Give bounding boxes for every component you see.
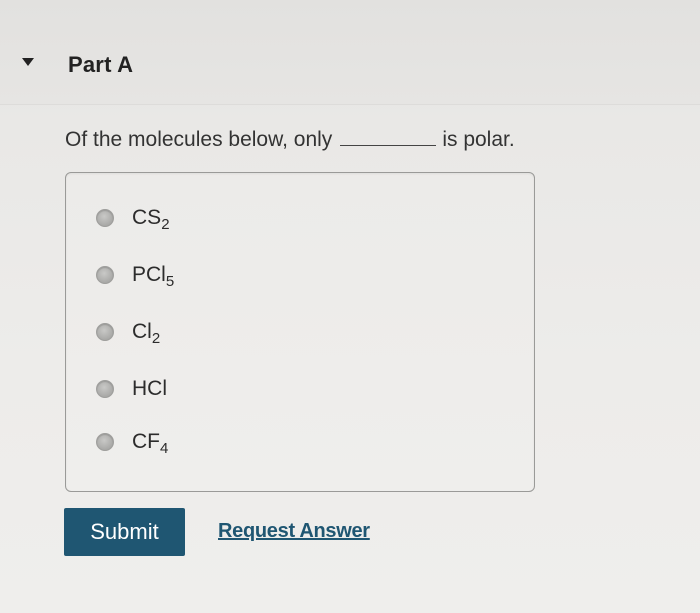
- radio-button[interactable]: [96, 266, 114, 284]
- question-text: Of the molecules below, only is polar.: [65, 127, 515, 152]
- radio-button[interactable]: [96, 380, 114, 398]
- choice-hcl[interactable]: HCl: [96, 374, 167, 404]
- choice-cl2[interactable]: Cl2: [96, 317, 160, 347]
- choice-cf4[interactable]: CF4: [96, 427, 168, 457]
- caret-down-icon[interactable]: [22, 58, 34, 66]
- choice-label: CF4: [132, 430, 169, 457]
- choice-cs2[interactable]: CS2: [96, 203, 170, 233]
- answer-blank: [340, 127, 437, 146]
- question-text-after: is polar.: [442, 128, 515, 151]
- question-text-before: Of the molecules below, only: [65, 128, 333, 151]
- part-title: Part A: [68, 52, 134, 77]
- choice-pcl5[interactable]: PCl5: [96, 260, 174, 290]
- radio-button[interactable]: [96, 323, 114, 341]
- choice-label: HCl: [132, 377, 167, 400]
- choice-label: PCl5: [132, 263, 175, 290]
- submit-button[interactable]: Submit: [64, 508, 185, 556]
- radio-button[interactable]: [96, 433, 114, 451]
- part-header: Part A: [0, 0, 700, 105]
- request-answer-link[interactable]: Request Answer: [218, 520, 370, 543]
- radio-button[interactable]: [96, 209, 114, 227]
- choice-label: CS2: [132, 206, 170, 233]
- choices-box: CS2 PCl5 Cl2 HCl CF4: [65, 172, 535, 492]
- choice-label: Cl2: [132, 320, 161, 347]
